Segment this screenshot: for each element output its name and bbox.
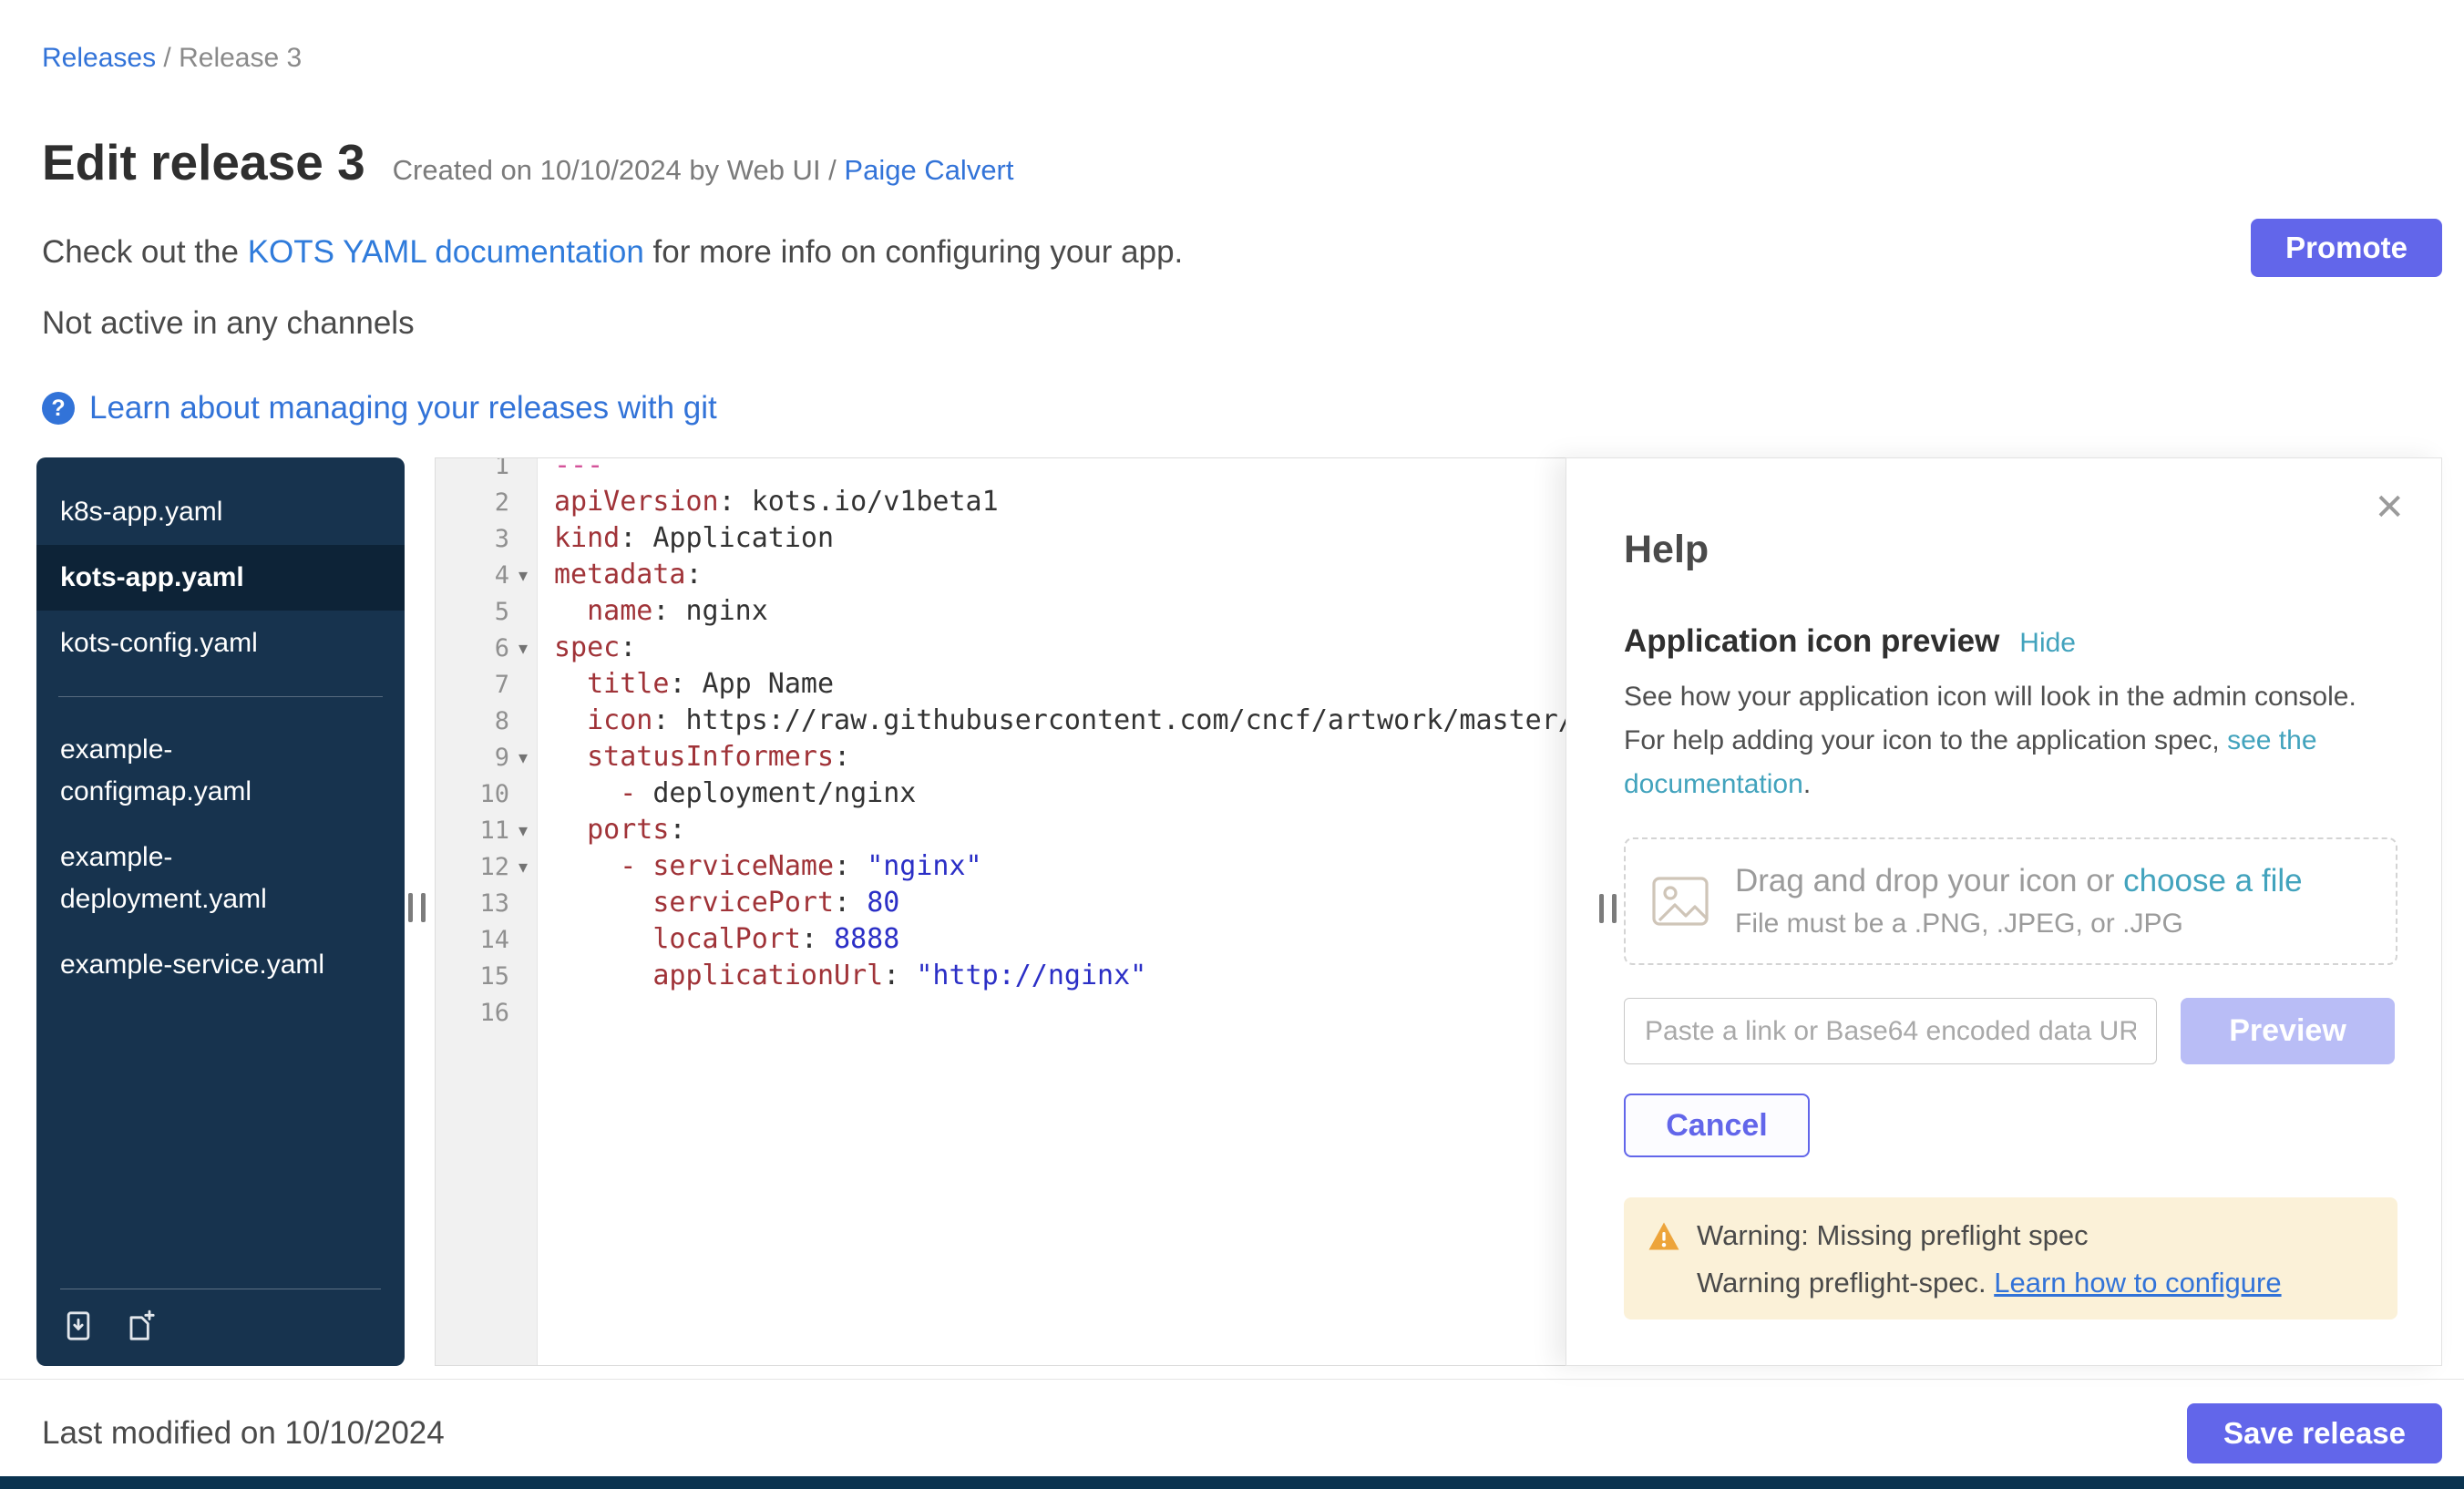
- gutter-line-11: 11▾: [436, 812, 537, 848]
- file-item-k8s-app.yaml[interactable]: k8s-app.yaml: [36, 479, 405, 545]
- gutter-line-6: 6▾: [436, 630, 537, 666]
- gutter-line-9: 9▾: [436, 739, 537, 775]
- file-item-kots-app.yaml[interactable]: kots-app.yaml: [36, 545, 405, 611]
- bottom-bar: [0, 1476, 2464, 1489]
- icon-preview-description: See how your application icon will look …: [1624, 675, 2397, 806]
- page: Releases / Release 3 Edit release 3 Crea…: [0, 0, 2464, 426]
- save-release-button[interactable]: Save release: [2187, 1403, 2442, 1463]
- warning-icon: [1648, 1221, 1680, 1251]
- help-title: Help: [1624, 526, 2397, 573]
- channel-status: Not active in any channels: [42, 303, 2442, 344]
- doc-hint-suffix: for more info on configuring your app.: [644, 234, 1183, 270]
- kots-yaml-doc-link[interactable]: KOTS YAML documentation: [248, 234, 644, 270]
- sidebar-resize-handle[interactable]: [408, 893, 426, 922]
- learn-configure-link[interactable]: Learn how to configure: [1994, 1267, 2281, 1299]
- created-text: Created on 10/10/2024 by Web UI /: [393, 154, 845, 186]
- fold-arrow-icon[interactable]: ▾: [509, 637, 537, 660]
- gutter-line-3: 3: [436, 520, 537, 557]
- help-panel: ✕ Help Application icon preview Hide See…: [1566, 457, 2442, 1366]
- doc-hint-prefix: Check out the: [42, 234, 248, 270]
- file-item-example-configmap.yaml[interactable]: example-configmap.yaml: [36, 717, 405, 825]
- help-panel-resize-handle[interactable]: [1599, 894, 1617, 923]
- gutter-line-16: 16: [436, 994, 537, 1031]
- gutter-line-12: 12▾: [436, 848, 537, 885]
- fold-arrow-icon[interactable]: ▾: [509, 819, 537, 842]
- file-list: k8s-app.yamlkots-app.yamlkots-config.yam…: [36, 479, 405, 998]
- editor-gutter: 1234▾56▾789▾1011▾12▾13141516: [436, 458, 537, 1031]
- hide-link[interactable]: Hide: [2019, 628, 2076, 659]
- gutter-line-15: 15: [436, 958, 537, 994]
- new-file-icon[interactable]: [122, 1308, 159, 1344]
- question-icon: ?: [42, 392, 75, 425]
- close-icon[interactable]: ✕: [2374, 489, 2405, 526]
- cancel-button[interactable]: Cancel: [1624, 1094, 1810, 1157]
- breadcrumb-separator: /: [156, 43, 179, 73]
- fold-arrow-icon[interactable]: ▾: [509, 746, 537, 769]
- footer: Last modified on 10/10/2024 Save release: [42, 1403, 2442, 1463]
- icon-dropzone[interactable]: Drag and drop your icon or choose a file…: [1624, 837, 2397, 965]
- gutter-line-10: 10: [436, 775, 537, 812]
- warning-detail: Warning preflight-spec. Learn how to con…: [1697, 1267, 2374, 1299]
- dropzone-file-types: File must be a .PNG, .JPEG, or .JPG: [1735, 907, 2303, 941]
- gutter-line-1: 1: [436, 458, 537, 484]
- fold-arrow-icon[interactable]: ▾: [509, 856, 537, 878]
- breadcrumb-releases-link[interactable]: Releases: [42, 43, 156, 73]
- release-editor-workspace: k8s-app.yamlkots-app.yamlkots-config.yam…: [36, 457, 2442, 1366]
- gutter-line-4: 4▾: [436, 557, 537, 593]
- dropzone-instruction: Drag and drop your icon or choose a file: [1735, 861, 2303, 901]
- gutter-line-7: 7: [436, 666, 537, 703]
- page-title: Edit release 3: [42, 133, 365, 191]
- breadcrumb: Releases / Release 3: [42, 0, 2442, 75]
- file-item-example-deployment.yaml[interactable]: example-deployment.yaml: [36, 825, 405, 932]
- editor-gutter-column: 1234▾56▾789▾1011▾12▾13141516: [436, 458, 538, 1365]
- preview-button[interactable]: Preview: [2181, 998, 2395, 1064]
- footer-divider: [0, 1379, 2464, 1380]
- file-list-divider: [58, 696, 383, 697]
- promote-button[interactable]: Promote: [2251, 219, 2442, 277]
- choose-file-link[interactable]: choose a file: [2123, 863, 2303, 899]
- sidebar-bottom: [36, 1270, 405, 1366]
- git-help-row: ? Learn about managing your releases wit…: [42, 390, 2442, 426]
- image-placeholder-icon: [1651, 876, 1709, 927]
- file-item-kots-config.yaml[interactable]: kots-config.yaml: [36, 611, 405, 676]
- created-info: Created on 10/10/2024 by Web UI / Paige …: [393, 154, 1014, 187]
- gutter-line-5: 5: [436, 593, 537, 630]
- description-suffix: .: [1803, 769, 1811, 799]
- file-item-example-service.yaml[interactable]: example-service.yaml: [36, 932, 405, 998]
- doc-hint: Check out the KOTS YAML documentation fo…: [42, 231, 2442, 273]
- title-row: Edit release 3 Created on 10/10/2024 by …: [42, 133, 2442, 191]
- gutter-line-13: 13: [436, 885, 537, 921]
- upload-file-icon[interactable]: [60, 1308, 97, 1344]
- last-modified-text: Last modified on 10/10/2024: [42, 1415, 445, 1452]
- icon-preview-title: Application icon preview: [1624, 622, 1999, 661]
- git-help-link[interactable]: Learn about managing your releases with …: [89, 390, 717, 426]
- gutter-line-14: 14: [436, 921, 537, 958]
- fold-arrow-icon[interactable]: ▾: [509, 564, 537, 587]
- gutter-line-2: 2: [436, 484, 537, 520]
- icon-url-input[interactable]: [1624, 998, 2157, 1064]
- preflight-warning: Warning: Missing preflight spec Warning …: [1624, 1197, 2397, 1320]
- created-by-link[interactable]: Paige Calvert: [844, 154, 1013, 186]
- file-sidebar: k8s-app.yamlkots-app.yamlkots-config.yam…: [36, 457, 405, 1366]
- breadcrumb-current: Release 3: [179, 43, 302, 73]
- warning-text: Warning: Missing preflight spec: [1697, 1219, 2089, 1252]
- gutter-line-8: 8: [436, 703, 537, 739]
